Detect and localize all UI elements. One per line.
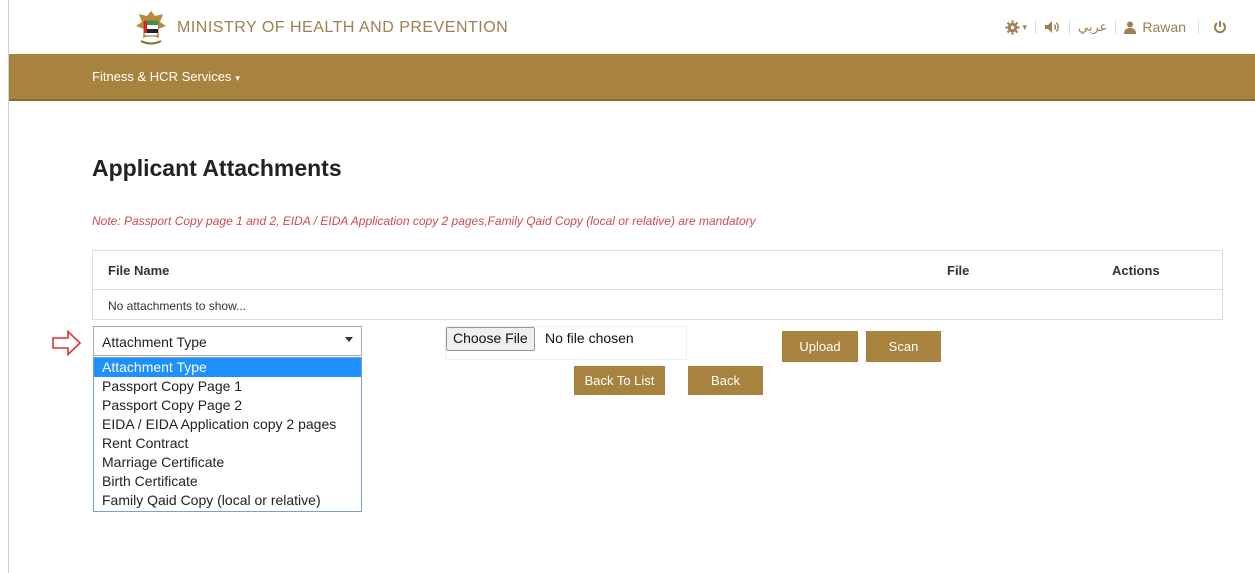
chevron-down-icon: ▾: [1022, 21, 1028, 32]
column-actions: Actions: [1112, 263, 1160, 278]
select-value: Attachment Type: [102, 334, 207, 350]
file-input: Choose File No file chosen: [445, 326, 687, 360]
option-eida[interactable]: EIDA / EIDA Application copy 2 pages: [94, 415, 361, 434]
user-icon: [1124, 21, 1137, 34]
nav-menu-fitness-hcr[interactable]: Fitness & HCR Services ▾: [92, 69, 240, 84]
choose-file-button[interactable]: Choose File: [446, 327, 535, 351]
empty-message: No attachments to show...: [108, 299, 247, 313]
top-right-controls: ▾ عربي Rawan: [1005, 19, 1227, 35]
ministry-title: MINISTRY OF HEALTH AND PREVENTION: [177, 19, 509, 36]
attachment-type-options: Attachment Type Passport Copy Page 1 Pas…: [93, 357, 362, 512]
attachment-type-select[interactable]: Attachment Type: [93, 326, 362, 356]
option-marriage-certificate[interactable]: Marriage Certificate: [94, 453, 361, 472]
file-status: No file chosen: [545, 330, 634, 346]
user-name[interactable]: Rawan: [1142, 19, 1186, 35]
back-to-list-button[interactable]: Back To List: [574, 366, 665, 395]
main-nav: Fitness & HCR Services ▾: [9, 54, 1255, 101]
page-title: Applicant Attachments: [92, 155, 342, 181]
arrow-right-icon: [52, 330, 82, 356]
back-button[interactable]: Back: [688, 366, 763, 395]
divider: [1069, 20, 1071, 34]
upload-button[interactable]: Upload: [782, 331, 858, 362]
settings-menu[interactable]: ▾: [1005, 19, 1028, 35]
emblem-logo: [136, 11, 166, 45]
option-passport-page-1[interactable]: Passport Copy Page 1: [94, 377, 361, 396]
table-row: No attachments to show...: [93, 290, 1222, 321]
divider: [1115, 20, 1117, 34]
chevron-down-icon: [345, 337, 353, 342]
mandatory-note: Note: Passport Copy page 1 and 2, EIDA /…: [92, 214, 756, 228]
column-file-name: File Name: [108, 263, 170, 278]
table-header: File Name File Actions: [93, 251, 1222, 290]
option-birth-certificate[interactable]: Birth Certificate: [94, 472, 361, 491]
scan-button[interactable]: Scan: [866, 331, 941, 362]
nav-menu-label: Fitness & HCR Services: [92, 69, 232, 84]
option-family-qaid[interactable]: Family Qaid Copy (local or relative): [94, 491, 361, 510]
option-passport-page-2[interactable]: Passport Copy Page 2: [94, 396, 361, 415]
divider: [1035, 20, 1037, 34]
option-rent-contract[interactable]: Rent Contract: [94, 434, 361, 453]
attachments-table: File Name File Actions No attachments to…: [92, 250, 1223, 320]
option-attachment-type[interactable]: Attachment Type: [94, 358, 361, 377]
gear-icon: [1005, 19, 1021, 35]
divider: [1198, 20, 1199, 34]
language-toggle[interactable]: عربي: [1078, 19, 1107, 35]
column-file: File: [947, 263, 970, 278]
chevron-down-icon: ▾: [235, 73, 240, 83]
speaker-icon[interactable]: [1044, 20, 1061, 34]
power-icon[interactable]: [1213, 20, 1227, 34]
